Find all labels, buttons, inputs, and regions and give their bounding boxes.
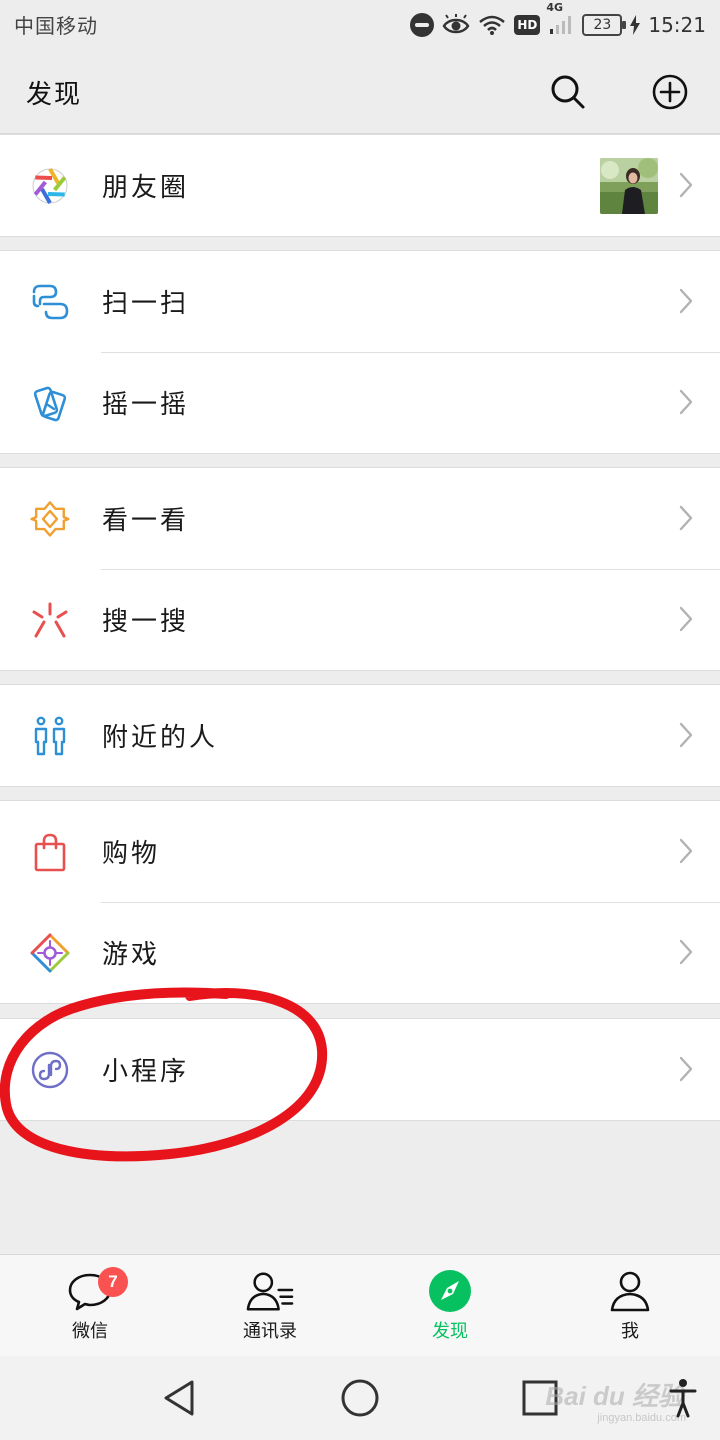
tab-contacts[interactable]: 通讯录 [180, 1255, 360, 1356]
tab-label: 我 [621, 1321, 639, 1342]
chevron-right-icon [679, 172, 693, 198]
back-triangle-icon[interactable] [158, 1376, 202, 1420]
contacts-icon [246, 1272, 294, 1311]
list-item-mini-programs[interactable]: 小程序 [0, 1019, 720, 1120]
chevron-right-icon [679, 606, 693, 632]
carrier-name: 中国移动 [14, 14, 98, 38]
title-bar: 发现 [0, 50, 720, 134]
list-item-shopping[interactable]: 购物 [0, 801, 720, 902]
clock: 15:21 [648, 13, 706, 37]
list-item-moments[interactable]: 朋友圈 [0, 135, 720, 236]
top-stories-icon [30, 501, 70, 537]
list-item-people-nearby[interactable]: 附近的人 [0, 685, 720, 786]
tab-label: 微信 [72, 1321, 108, 1342]
scan-icon [32, 284, 69, 320]
do-not-disturb-icon [410, 13, 435, 37]
eye-comfort-icon [442, 14, 470, 34]
list-item-label: 搜一搜 [102, 607, 190, 637]
hd-voice-badge: HD [514, 15, 541, 35]
status-icons: HD 4G 23 15:21 [410, 1, 706, 42]
chevron-right-icon [679, 389, 693, 415]
chevron-right-icon [679, 505, 693, 531]
plus-circle-icon [652, 74, 688, 110]
list-item-label: 看一看 [102, 506, 190, 536]
tab-label: 通讯录 [243, 1321, 297, 1342]
tab-chats[interactable]: 7 微信 [0, 1255, 180, 1356]
group-stories-search: 看一看 搜一搜 [0, 467, 720, 671]
chevron-right-icon [679, 1056, 693, 1082]
watermark: Bai du 经验 [545, 1381, 684, 1411]
accessibility-person-icon [669, 1379, 697, 1418]
home-circle-icon[interactable] [338, 1376, 382, 1420]
moments-thumbnail [600, 158, 658, 214]
shopping-bag-icon [34, 833, 66, 872]
search-burst-icon [32, 602, 68, 638]
list-item-label: 购物 [102, 839, 161, 869]
status-bar: 中国移动 HD 4G 23 15:21 [0, 0, 720, 50]
page-title: 发现 [26, 80, 83, 110]
list-item-label: 附近的人 [102, 723, 219, 753]
chevron-right-icon [679, 722, 693, 748]
chevron-right-icon [679, 939, 693, 965]
wifi-icon [479, 15, 506, 35]
charging-icon [630, 15, 641, 35]
search-icon [551, 75, 585, 109]
system-nav-bar: Bai du 经验 jingyan.baidu.com [0, 1356, 720, 1440]
group-people-nearby: 附近的人 [0, 684, 720, 787]
list-item-scan[interactable]: 扫一扫 [0, 251, 720, 352]
list-item-label: 小程序 [102, 1057, 190, 1087]
list-item-label: 朋友圈 [102, 173, 190, 203]
tab-me[interactable]: 我 [540, 1255, 720, 1356]
list-item-shake[interactable]: 摇一摇 [0, 352, 720, 453]
moments-aperture-icon [32, 168, 68, 204]
games-icon [30, 933, 70, 973]
unread-badge: 7 [98, 1267, 128, 1297]
shake-icon [33, 386, 67, 422]
tab-label: 发现 [432, 1321, 468, 1342]
tab-discover[interactable]: 发现 [360, 1255, 540, 1356]
battery-indicator: 23 [582, 14, 627, 36]
list-item-label: 扫一扫 [102, 289, 190, 319]
group-scan-shake: 扫一扫 摇一摇 [0, 250, 720, 454]
group-moments: 朋友圈 [0, 134, 720, 237]
people-nearby-icon [34, 716, 66, 756]
bottom-tab-bar: 7 微信 通讯录 发现 我 [0, 1254, 720, 1356]
chevron-right-icon [679, 288, 693, 314]
mini-program-icon [31, 1051, 69, 1089]
add-button[interactable] [648, 70, 692, 114]
list-item-search[interactable]: 搜一搜 [0, 569, 720, 670]
list-item-top-stories[interactable]: 看一看 [0, 468, 720, 569]
compass-icon [429, 1270, 471, 1312]
group-shopping-games: 购物 游戏 [0, 800, 720, 1004]
chevron-right-icon [679, 838, 693, 864]
list-item-games[interactable]: 游戏 [0, 902, 720, 1003]
search-button[interactable] [546, 70, 590, 114]
group-mini-programs: 小程序 [0, 1018, 720, 1121]
profile-icon [610, 1271, 650, 1312]
list-item-label: 摇一摇 [102, 390, 190, 420]
list-item-label: 游戏 [102, 940, 161, 970]
network-type: 4G [546, 1, 574, 38]
signal-icon [550, 15, 572, 34]
